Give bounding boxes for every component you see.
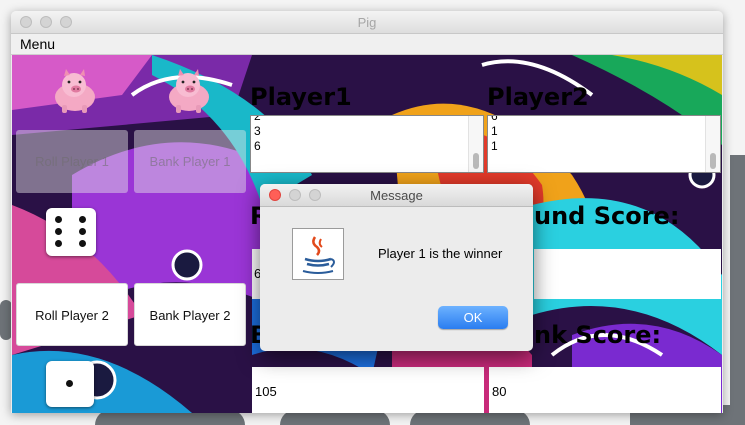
player2-round-score-field[interactable] xyxy=(534,249,721,299)
die-pip xyxy=(79,228,86,235)
bank-player2-button[interactable]: Bank Player 2 xyxy=(134,283,246,346)
ok-button[interactable]: OK xyxy=(438,306,508,329)
menu-button[interactable]: Menu xyxy=(20,36,55,52)
roll-player1-button[interactable]: Roll Player 1 xyxy=(16,130,128,193)
player2-roll-history[interactable]: 6 1 1 xyxy=(487,115,721,173)
list-item: 1 xyxy=(491,124,498,138)
die-player2-one xyxy=(46,361,94,407)
list-item: 6 xyxy=(491,115,498,123)
player2-bank-score-field[interactable]: 80 xyxy=(489,367,721,413)
player2-heading: Player2 xyxy=(487,83,589,111)
die-pip xyxy=(79,216,86,223)
die-pip xyxy=(79,240,86,247)
player2-history-scrollbar[interactable] xyxy=(705,116,720,172)
scrollbar-thumb[interactable] xyxy=(710,153,716,169)
list-item: 3 xyxy=(254,124,261,138)
desktop-shape xyxy=(730,155,745,425)
player2-bank-score-label: nk Score: xyxy=(534,321,662,349)
list-item: 2 xyxy=(254,115,261,123)
list-item: 1 xyxy=(491,139,498,153)
player1-history-scrollbar[interactable] xyxy=(468,116,483,172)
player1-bank-score-field[interactable]: 105 xyxy=(252,367,484,413)
menu-bar: Menu xyxy=(11,34,723,55)
player1-roll-rows: 2 3 6 xyxy=(254,115,261,154)
scrollbar-thumb[interactable] xyxy=(473,153,479,169)
player2-roll-rows: 6 1 1 xyxy=(491,115,498,154)
roll-player2-button[interactable]: Roll Player 2 xyxy=(16,283,128,346)
java-coffee-cup-icon xyxy=(292,228,344,280)
player1-bank-score-value: 105 xyxy=(255,384,277,399)
die-pip xyxy=(55,216,62,223)
player2-round-score-label: und Score: xyxy=(534,202,680,230)
list-item: 6 xyxy=(254,139,261,153)
bank-player1-button[interactable]: Bank Player 1 xyxy=(134,130,246,193)
die-pip xyxy=(66,380,73,387)
dialog-titlebar[interactable]: Message xyxy=(260,184,533,207)
dialog-message: Player 1 is the winner xyxy=(378,246,503,261)
java-logo-graphic xyxy=(302,236,335,274)
pig-icon xyxy=(169,69,209,113)
die-player1-six xyxy=(46,208,96,256)
player1-heading: Player1 xyxy=(250,83,352,111)
window-titlebar[interactable]: Pig xyxy=(11,11,723,34)
winner-message-dialog: Message Player 1 is the winner OK xyxy=(260,184,533,351)
window-title: Pig xyxy=(357,15,377,30)
die-pip xyxy=(55,240,62,247)
player1-roll-history[interactable]: 2 3 6 xyxy=(250,115,484,173)
die-pip xyxy=(55,228,62,235)
player2-bank-score-value: 80 xyxy=(492,384,507,399)
pig-icon xyxy=(55,69,95,113)
dialog-title: Message xyxy=(370,188,423,203)
